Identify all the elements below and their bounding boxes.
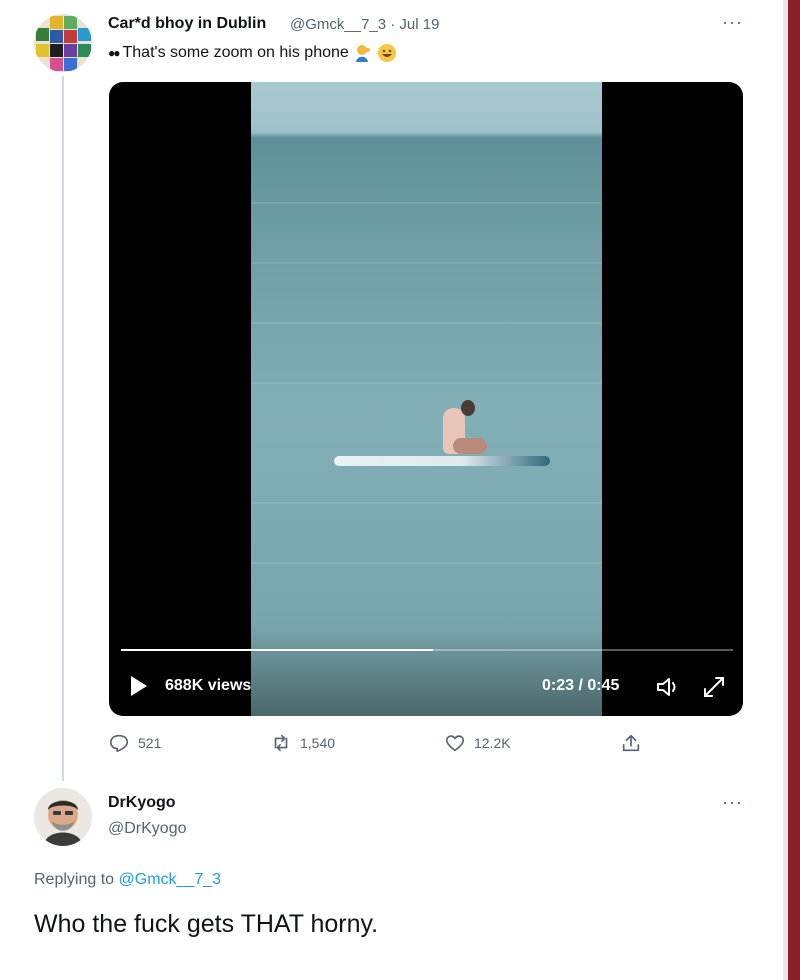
retweet-icon <box>274 734 288 752</box>
video-frame <box>251 82 602 716</box>
author-name[interactable]: Car*d bhoy in Dublin <box>108 15 266 33</box>
view-count: 688K views <box>165 677 252 694</box>
replying-to: Replying to @Gmck__7_3 <box>34 871 221 889</box>
retweet-count: 1,540 <box>300 735 336 751</box>
grinning-emoji-icon <box>377 44 396 62</box>
window-border <box>788 0 800 980</box>
facepalm-emoji-icon <box>355 45 370 62</box>
tweet-text-row: ●● That's some zoom on his phone <box>108 43 397 63</box>
like-action[interactable]: 12.2K <box>444 732 511 754</box>
avatar[interactable] <box>34 788 92 846</box>
reply-icon <box>109 734 129 753</box>
reply-text: Who the fuck gets THAT horny. <box>34 910 379 938</box>
video-time: 0:23 / 0:45 <box>542 677 620 694</box>
eyes-emoji-icon: ●● <box>108 46 120 60</box>
author-name[interactable]: DrKyogo <box>108 794 176 812</box>
avatar[interactable] <box>34 14 92 72</box>
author-handle[interactable]: @DrKyogo <box>108 820 187 838</box>
volume-icon[interactable] <box>655 676 683 698</box>
more-options-icon[interactable]: ··· <box>722 792 743 813</box>
more-options-icon[interactable]: ··· <box>722 12 743 33</box>
person-figure <box>439 400 487 458</box>
play-icon[interactable] <box>131 676 147 696</box>
video-progress-bar[interactable] <box>121 649 733 651</box>
share-icon <box>622 734 640 752</box>
tweet-text: That's some zoom on his phone <box>122 44 349 61</box>
reply-count: 521 <box>138 735 162 751</box>
fullscreen-icon[interactable] <box>701 674 727 700</box>
reply-action[interactable]: 521 <box>108 732 161 754</box>
retweet-action[interactable]: 1,540 <box>270 732 335 754</box>
heart-icon <box>445 735 465 752</box>
share-action[interactable] <box>620 732 642 754</box>
replying-to-label: Replying to <box>34 871 115 888</box>
video-player[interactable]: 688K views 0:23 / 0:45 <box>109 82 743 716</box>
replying-to-link[interactable]: @Gmck__7_3 <box>119 871 222 888</box>
author-handle-date[interactable]: @Gmck__7_3 · Jul 19 <box>290 16 439 33</box>
thread-line <box>62 76 64 781</box>
video-progress-fill <box>121 649 434 651</box>
like-count: 12.2K <box>474 735 511 751</box>
